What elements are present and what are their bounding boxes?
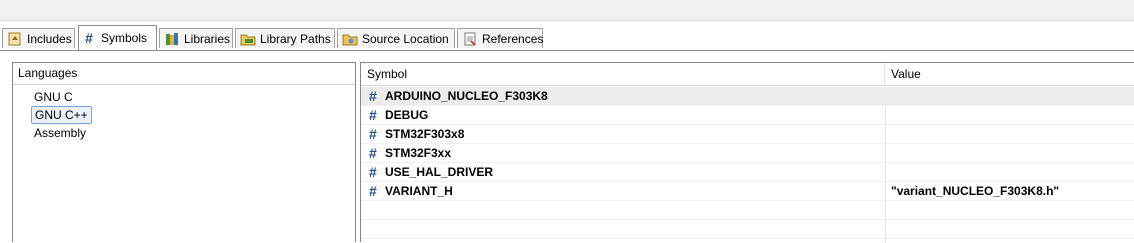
empty-table-row [361, 220, 1134, 239]
languages-header: Languages [13, 63, 355, 85]
top-toolbar-strip [0, 0, 1134, 21]
empty-table-row [361, 201, 1134, 220]
hash-icon: # [369, 145, 377, 161]
library-paths-icon [240, 31, 256, 47]
hash-icon: # [369, 183, 377, 199]
tab-source-location[interactable]: Source Location [337, 28, 455, 48]
tab-label: Symbols [101, 31, 148, 45]
table-row[interactable]: # STM32F303x8 [361, 125, 1134, 144]
hash-icon: # [369, 126, 377, 142]
symbol-name: VARIANT_H [385, 184, 453, 198]
hash-icon: # [85, 30, 93, 46]
table-row[interactable]: # VARIANT_H "variant_NUCLEO_F303K8.h" [361, 182, 1134, 201]
hash-icon: # [369, 88, 377, 104]
tab-includes[interactable]: Includes [2, 28, 75, 48]
language-item-gnu-cpp[interactable]: GNU C++ [31, 106, 92, 124]
column-header-symbol[interactable]: Symbol [361, 63, 885, 85]
libraries-icon [164, 31, 180, 47]
symbol-name: USE_HAL_DRIVER [385, 165, 494, 179]
table-row[interactable]: # DEBUG [361, 106, 1134, 125]
tab-label: Library Paths [260, 31, 331, 46]
hash-icon: # [369, 107, 377, 123]
hash-icon: # [369, 164, 377, 180]
table-row[interactable]: # ARDUINO_NUCLEO_F303K8 [361, 87, 1134, 106]
table-row[interactable]: # STM32F3xx [361, 144, 1134, 163]
tab-library-paths[interactable]: Library Paths [235, 28, 335, 48]
symbol-value: "variant_NUCLEO_F303K8.h" [891, 184, 1060, 198]
tab-label: Source Location [362, 31, 449, 46]
tab-label: Includes [27, 31, 72, 46]
symbols-table-header: Symbol Value [361, 63, 1134, 86]
settings-tab-strip: Includes # Symbols Libraries Library Pat… [0, 25, 1134, 51]
language-item-assembly[interactable]: Assembly [31, 124, 89, 142]
includes-icon [7, 31, 23, 47]
symbol-name: DEBUG [385, 108, 429, 122]
language-item-gnu-c[interactable]: GNU C [31, 88, 76, 106]
symbol-name: ARDUINO_NUCLEO_F303K8 [385, 89, 548, 103]
symbol-name: STM32F3xx [385, 146, 452, 160]
tab-symbols[interactable]: # Symbols [78, 25, 157, 50]
tab-label: References [482, 31, 544, 46]
tab-libraries[interactable]: Libraries [159, 28, 233, 48]
tab-references[interactable]: References [457, 28, 543, 48]
symbols-table: Symbol Value # ARDUINO_NUCLEO_F303K8 # D… [360, 62, 1134, 243]
tab-label: Libraries [184, 31, 231, 46]
column-header-value[interactable]: Value [885, 63, 1134, 85]
table-row[interactable]: # USE_HAL_DRIVER [361, 163, 1134, 182]
languages-list: Languages GNU C GNU C++ Assembly [12, 62, 356, 242]
symbol-name: STM32F303x8 [385, 127, 465, 141]
references-icon [462, 31, 478, 47]
source-location-icon [342, 31, 358, 47]
